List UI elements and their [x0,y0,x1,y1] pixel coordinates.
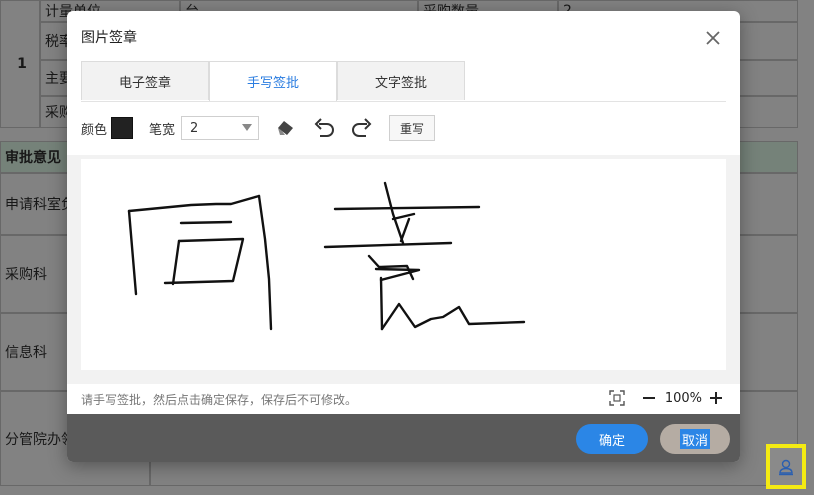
handwritten-signature [127,181,526,331]
canvas-area [67,155,740,384]
dialog-title: 图片签章 [81,30,137,46]
stamp-button[interactable] [766,444,806,489]
eraser-icon [278,121,294,135]
rewrite-button[interactable]: 重写 [389,115,436,141]
user-stamp-icon [779,459,793,475]
tab-text-sign[interactable]: 文字签批 [337,61,465,100]
pen-width-value: 2 [190,120,199,136]
minus-icon [642,397,655,399]
pen-width-select[interactable]: 2 [181,116,260,140]
color-swatch[interactable] [111,117,134,139]
close-icon[interactable] [704,29,722,47]
redo-button[interactable] [349,115,375,141]
confirm-button[interactable]: 确定 [576,424,648,454]
zoom-out-button[interactable] [639,388,659,408]
undo-button[interactable] [311,115,337,141]
fit-screen-button[interactable] [607,388,627,408]
cancel-button[interactable]: 取消 [660,424,730,454]
pen-toolbar: 颜色 笔宽 2 重写 [81,115,726,141]
dialog-footer: 确定 取消 [67,414,740,462]
signature-tabs: 电子签章 手写签批 文字签批 [81,61,726,102]
zoom-in-button[interactable] [706,388,726,408]
signature-dialog: 图片签章 电子签章 手写签批 文字签批 颜色 笔宽 2 重写 请手写签批，然后点… [67,11,740,462]
plus-icon [710,392,722,404]
hint-text: 请手写签批，然后点击确定保存，保存后不可修改。 [81,393,358,407]
tab-handwritten[interactable]: 手写签批 [209,61,337,101]
zoom-controls: 100% [607,388,726,408]
fit-screen-icon [609,390,625,406]
chevron-down-icon [242,124,253,131]
color-label: 颜色 [81,122,108,138]
eraser-button[interactable] [273,115,299,141]
tab-electronic-seal[interactable]: 电子签章 [81,61,209,100]
cancel-label: 取消 [681,433,708,449]
undo-icon [314,118,335,137]
signature-canvas[interactable] [81,159,726,370]
width-label: 笔宽 [149,122,176,138]
redo-icon [352,118,372,137]
zoom-level: 100% [664,390,702,406]
